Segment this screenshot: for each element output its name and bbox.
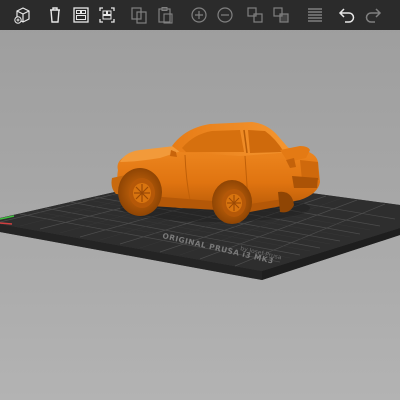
arrange-icon — [99, 7, 115, 23]
split-parts-button[interactable] — [268, 2, 294, 28]
trash-icon — [50, 7, 60, 23]
layers-editing-button[interactable] — [302, 2, 328, 28]
arrange-button[interactable] — [94, 2, 120, 28]
plus-icon — [191, 7, 207, 23]
split-objects-icon — [247, 7, 263, 23]
add-instance-button[interactable] — [186, 2, 212, 28]
3d-viewport[interactable]: ORIGINAL PRUSA i3 MK3 by Josef Prusa — [0, 30, 400, 400]
remove-instance-button[interactable] — [212, 2, 238, 28]
delete-button[interactable] — [42, 2, 68, 28]
undo-icon — [338, 8, 355, 23]
layers-icon — [308, 8, 322, 22]
scene: ORIGINAL PRUSA i3 MK3 by Josef Prusa — [0, 122, 400, 280]
top-toolbar — [0, 0, 400, 30]
add-cube-icon — [14, 7, 30, 24]
add-button[interactable] — [10, 2, 36, 28]
rear-wheel — [212, 180, 252, 224]
copy-icon — [131, 7, 147, 24]
paste-icon — [158, 7, 173, 24]
redo-button[interactable] — [360, 2, 386, 28]
split-parts-icon — [273, 7, 289, 23]
split-objects-button[interactable] — [242, 2, 268, 28]
redo-icon — [365, 8, 382, 23]
car-model[interactable] — [111, 122, 321, 224]
paste-button[interactable] — [152, 2, 178, 28]
delete-all-button[interactable] — [68, 2, 94, 28]
front-wheel — [118, 168, 162, 216]
copy-button[interactable] — [126, 2, 152, 28]
undo-button[interactable] — [334, 2, 360, 28]
minus-icon — [217, 7, 233, 23]
delete-all-icon — [73, 7, 89, 23]
